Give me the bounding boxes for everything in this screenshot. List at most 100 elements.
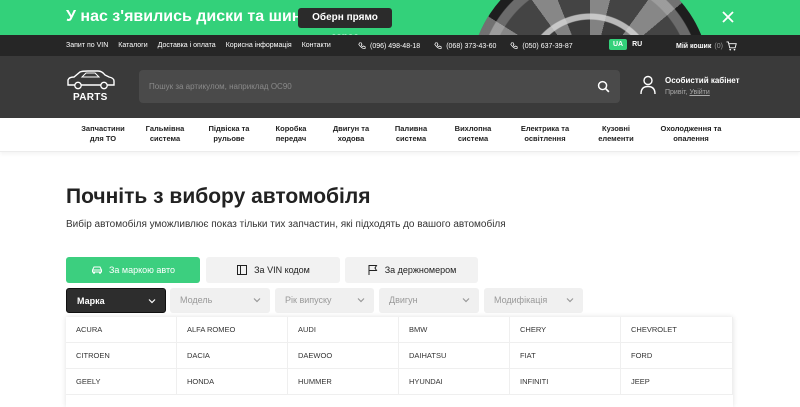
user-icon — [640, 75, 656, 95]
account-greeting: Привіт, — [665, 89, 688, 96]
category-label: система — [457, 134, 489, 143]
category-suspension[interactable]: Підвіска та рульове — [202, 124, 256, 144]
brand-option[interactable]: CHERY — [510, 317, 621, 343]
search-icon[interactable] — [597, 80, 610, 93]
search-input[interactable] — [149, 70, 579, 103]
wheel-spokes — [470, 0, 710, 35]
brand-option[interactable]: FORD — [621, 343, 733, 369]
chevron-down-icon — [357, 298, 365, 303]
brand-option[interactable]: INFINITI — [510, 369, 621, 395]
cart-link[interactable]: Мій кошик (0) — [676, 41, 737, 51]
brand-option[interactable]: ALFA ROMEO — [177, 317, 288, 343]
tab-label: За маркою авто — [108, 265, 176, 275]
tab-label: За держномером — [384, 265, 457, 275]
top-link-catalogs[interactable]: Каталоги — [118, 42, 147, 49]
chevron-down-icon — [148, 299, 156, 304]
brand-option[interactable]: GEELY — [66, 369, 177, 395]
top-link-contacts[interactable]: Контакти — [302, 42, 331, 49]
select-label: Модель — [180, 295, 213, 305]
brand-option[interactable]: BMW — [399, 317, 510, 343]
category-label: Коробка — [275, 124, 307, 133]
category-label: для ТО — [89, 134, 117, 143]
category-transmission[interactable]: Коробка передач — [268, 124, 314, 144]
phone-icon — [510, 42, 518, 49]
flag-icon — [368, 265, 378, 275]
category-nav: Запчастини для ТО Гальмівна система Підв… — [0, 118, 800, 152]
category-engine[interactable]: Двигун та ходова — [326, 124, 376, 144]
category-electrics[interactable]: Електрика та освітлення — [514, 124, 576, 144]
tab-by-plate[interactable]: За держномером — [345, 257, 478, 283]
brand-option[interactable]: HONDA — [177, 369, 288, 395]
cart-icon — [726, 41, 737, 51]
phone-number: (050) 637-39-87 — [522, 42, 573, 50]
brand-option[interactable]: HYUNDAI — [399, 369, 510, 395]
select-label: Модифікація — [494, 295, 548, 305]
phones: (096) 498-48-18 (068) 373-43-60 (050) 63… — [358, 42, 573, 50]
tab-by-brand[interactable]: За маркою авто — [66, 257, 200, 283]
logo[interactable]: PARTS — [66, 69, 116, 105]
category-label: опалення — [673, 134, 709, 143]
car-icon — [91, 266, 102, 274]
category-brakes[interactable]: Гальмівна система — [140, 124, 190, 144]
chevron-down-icon — [253, 298, 261, 303]
category-label: ходова — [337, 134, 365, 143]
logo-text: PARTS — [73, 92, 108, 103]
brand-select[interactable]: Марка — [66, 288, 166, 313]
phone-number: (068) 373-43-60 — [446, 42, 497, 50]
brand-option[interactable]: CITROEN — [66, 343, 177, 369]
category-label: система — [149, 134, 181, 143]
account-title: Особистий кабінет — [665, 76, 740, 85]
brand-option[interactable]: ACURA — [66, 317, 177, 343]
phone-3[interactable]: (050) 637-39-87 — [510, 42, 573, 50]
chevron-down-icon — [566, 298, 574, 303]
login-link[interactable]: Увійти — [689, 89, 709, 96]
top-bar: Запит по VIN Каталоги Доставка і оплата … — [0, 35, 800, 56]
phone-1[interactable]: (096) 498-48-18 — [358, 42, 420, 50]
category-fuel[interactable]: Паливна система — [389, 124, 433, 144]
brand-option[interactable]: DAIHATSU — [399, 343, 510, 369]
category-exhaust[interactable]: Вихлопна система — [450, 124, 496, 144]
tab-by-vin[interactable]: За VIN кодом — [206, 257, 340, 283]
category-body[interactable]: Кузовні елементи — [594, 124, 638, 144]
category-label: Охолодження та — [660, 124, 722, 133]
category-label: передач — [275, 134, 307, 143]
category-label: Кузовні — [602, 124, 630, 133]
select-label: Двигун — [389, 295, 418, 305]
lang-ru[interactable]: RU — [632, 41, 642, 48]
cart-count: (0) — [714, 42, 723, 50]
category-maintenance[interactable]: Запчастини для ТО — [75, 124, 131, 144]
brand-option[interactable]: DAEWOO — [288, 343, 399, 369]
car-logo-icon — [67, 70, 115, 90]
model-select[interactable]: Модель — [170, 288, 270, 313]
year-select[interactable]: Рік випуску — [275, 288, 374, 313]
category-cooling[interactable]: Охолодження та опалення — [655, 124, 727, 144]
category-label: система — [395, 134, 427, 143]
lang-ua[interactable]: UA — [609, 39, 628, 50]
account-subtitle: Привіт, Увійти — [665, 89, 710, 96]
page-title: Почніть з вибору автомобіля — [66, 185, 371, 208]
chevron-down-icon — [462, 298, 470, 303]
top-links: Запит по VIN Каталоги Доставка і оплата … — [66, 42, 331, 49]
brand-option[interactable]: FIAT — [510, 343, 621, 369]
promo-button[interactable]: Оберн прямо зараз — [298, 8, 392, 35]
brand-option[interactable]: HUMMER — [288, 369, 399, 395]
brand-option[interactable]: AUDI — [288, 317, 399, 343]
top-link-delivery[interactable]: Доставка і оплата — [158, 42, 216, 49]
page-subtitle: Вибір автомобіля уможливлює показ тільки… — [66, 219, 506, 230]
engine-select[interactable]: Двигун — [379, 288, 479, 313]
brand-option[interactable]: CHEVROLET — [621, 317, 733, 343]
promo-banner: У нас з'явились диски та шини! Оберн пря… — [0, 0, 800, 35]
select-label: Рік випуску — [285, 295, 332, 305]
category-label: Запчастини — [81, 124, 125, 133]
category-label: рульове — [213, 134, 245, 143]
phone-2[interactable]: (068) 373-43-60 — [434, 42, 496, 50]
brand-option[interactable]: DACIA — [177, 343, 288, 369]
top-link-info[interactable]: Корисна інформація — [226, 42, 292, 49]
tab-label: За VIN кодом — [254, 265, 310, 275]
top-link-vin[interactable]: Запит по VIN — [66, 42, 108, 49]
language-switch: UA RU — [609, 39, 642, 50]
brand-option[interactable]: JEEP — [621, 369, 733, 395]
promo-text: У нас з'явились диски та шини! — [66, 8, 317, 25]
close-icon[interactable] — [720, 9, 736, 25]
modification-select[interactable]: Модифікація — [484, 288, 583, 313]
